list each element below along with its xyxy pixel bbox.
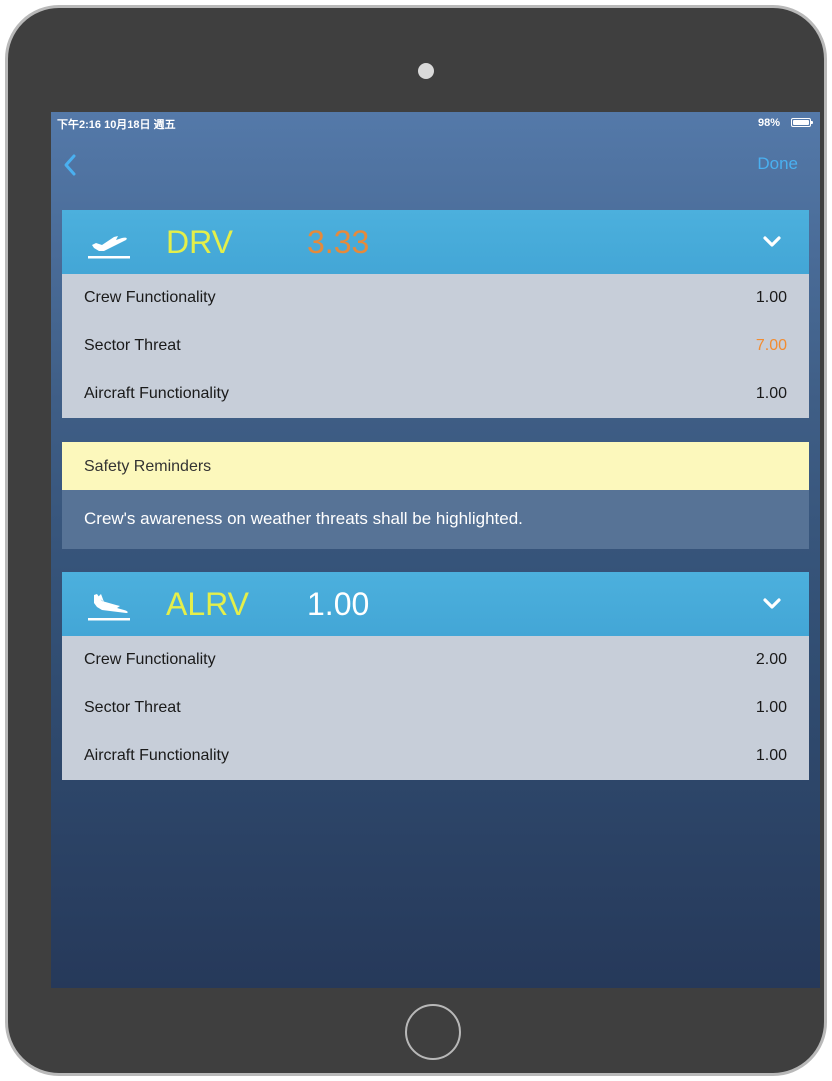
takeoff-icon (88, 236, 130, 259)
status-time: 下午2:16 10月18日 週五 (57, 119, 176, 131)
station-header[interactable]: ALRV 1.00 (62, 572, 809, 636)
app-screen: 下午2:16 10月18日 週五 98% Done DRV 3.33 Crew … (51, 112, 820, 988)
metric-row: Sector Threat 1.00 (62, 684, 809, 732)
done-button[interactable]: Done (757, 154, 798, 174)
back-button[interactable] (61, 150, 85, 180)
station-score: 3.33 (307, 224, 370, 260)
metric-label: Crew Functionality (84, 289, 216, 306)
metric-value: 7.00 (755, 337, 787, 354)
metric-label: Aircraft Functionality (84, 385, 229, 402)
metric-row: Aircraft Functionality 1.00 (62, 732, 809, 780)
reminder-header: Safety Reminders (62, 442, 809, 490)
chevron-left-icon (64, 154, 76, 176)
metric-label: Aircraft Functionality (84, 747, 229, 764)
reminder-body: Crew's awareness on weather threats shal… (62, 490, 809, 549)
metric-value: 1.00 (755, 289, 787, 306)
metric-value: 1.00 (755, 385, 787, 402)
station-metrics: Crew Functionality 1.00 Sector Threat 7.… (62, 274, 809, 418)
metric-label: Sector Threat (84, 699, 181, 716)
status-bar: 下午2:16 10月18日 週五 98% (51, 112, 820, 134)
chevron-down-icon[interactable] (763, 235, 781, 249)
station-card-alrv: ALRV 1.00 Crew Functionality 2.00 Sector… (62, 572, 809, 780)
metric-row: Aircraft Functionality 1.00 (62, 370, 809, 418)
reminder-text: Crew's awareness on weather threats shal… (84, 509, 523, 528)
tablet-frame: 下午2:16 10月18日 週五 98% Done DRV 3.33 Crew … (5, 5, 827, 1076)
metric-value: 2.00 (755, 651, 787, 668)
nav-bar: Done (51, 142, 820, 182)
metric-label: Crew Functionality (84, 651, 216, 668)
station-metrics: Crew Functionality 2.00 Sector Threat 1.… (62, 636, 809, 780)
station-header[interactable]: DRV 3.33 (62, 210, 809, 274)
home-button[interactable] (405, 1004, 461, 1060)
safety-reminders: Safety Reminders Crew's awareness on wea… (62, 442, 809, 549)
station-code: ALRV (166, 586, 250, 622)
metric-value: 1.00 (755, 747, 787, 764)
metric-label: Sector Threat (84, 337, 181, 354)
station-score: 1.00 (307, 586, 370, 622)
metric-row: Crew Functionality 2.00 (62, 636, 809, 684)
station-code: DRV (166, 224, 233, 260)
metric-row: Crew Functionality 1.00 (62, 274, 809, 322)
metric-value: 1.00 (755, 699, 787, 716)
chevron-down-icon[interactable] (763, 597, 781, 611)
battery-icon (791, 118, 813, 127)
front-camera (418, 63, 434, 79)
station-card-drv: DRV 3.33 Crew Functionality 1.00 Sector … (62, 210, 809, 418)
landing-icon (88, 594, 130, 621)
reminder-title: Safety Reminders (84, 458, 212, 475)
metric-row: Sector Threat 7.00 (62, 322, 809, 370)
battery-percentage: 98% (757, 117, 780, 129)
